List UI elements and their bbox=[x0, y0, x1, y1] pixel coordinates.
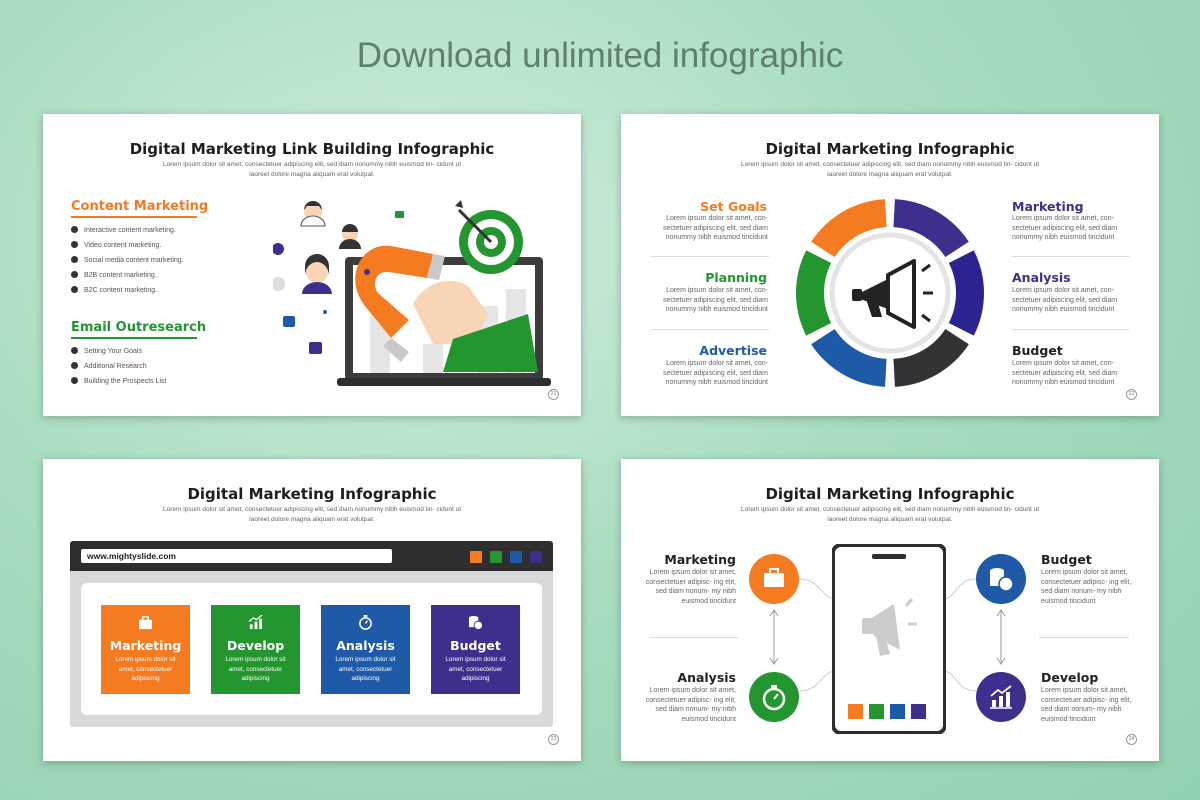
marketing-label: Marketing bbox=[1012, 199, 1084, 214]
banner-title: Download unlimited infographic bbox=[356, 36, 844, 75]
phone-mockup bbox=[832, 544, 946, 734]
window-button[interactable] bbox=[470, 551, 482, 563]
magnet-illustration bbox=[273, 200, 551, 386]
slide-phone-infographic: Digital Marketing Infographic Lorem ipsu… bbox=[621, 459, 1159, 761]
stopwatch-icon bbox=[762, 685, 786, 711]
list-item: Additional Research bbox=[71, 362, 147, 372]
advertise-label: Advertise bbox=[699, 343, 767, 358]
window-button[interactable] bbox=[490, 551, 502, 563]
marketing-circle bbox=[749, 554, 799, 604]
page-number: 22 bbox=[1126, 389, 1137, 400]
description: Lorem ipsum dolor sit amet, con- sectetu… bbox=[662, 360, 768, 386]
planning-label: Planning bbox=[705, 270, 767, 285]
slide-subtitle: Lorem ipsum dolor sit amet, consectetuer… bbox=[162, 161, 462, 178]
page-number: 23 bbox=[548, 734, 559, 745]
budget-circle bbox=[976, 554, 1026, 604]
list-item: Video content marketing. bbox=[71, 241, 161, 251]
description: Lorem ipsum dolor sit amet, con- sectetu… bbox=[662, 215, 768, 241]
content-marketing-heading: Content Marketing bbox=[71, 199, 209, 214]
list-item: Interactive content marketing. bbox=[71, 226, 176, 236]
coins-icon bbox=[990, 568, 1014, 592]
description: Lorem ipsum dolor sit amet, con- sectetu… bbox=[1012, 360, 1118, 386]
ring-segment-analysis bbox=[948, 250, 984, 336]
divider bbox=[649, 637, 739, 638]
address-bar[interactable]: www.mightyslide.com bbox=[81, 549, 392, 563]
budget-label: Budget bbox=[1041, 552, 1092, 567]
list-item: Social media content marketing. bbox=[71, 256, 184, 266]
card-title: Analysis bbox=[336, 638, 395, 653]
briefcase-icon bbox=[764, 568, 784, 587]
slide-title: Digital Marketing Link Building Infograp… bbox=[129, 140, 495, 158]
list-item: B2B content marketing. bbox=[71, 271, 157, 281]
email-outresearch-heading: Email Outresearch bbox=[71, 320, 207, 335]
slide-browser-infographic: Digital Marketing Infographic Lorem ipsu… bbox=[43, 459, 581, 761]
description: Lorem ipsum dolor sit amet, con- sectetu… bbox=[1012, 287, 1118, 313]
window-button[interactable] bbox=[530, 551, 542, 563]
heading-underline bbox=[71, 337, 197, 339]
slide-donut-infographic: Digital Marketing Infographic Lorem ipsu… bbox=[621, 114, 1159, 416]
card-title: Marketing bbox=[109, 638, 182, 653]
ring-segment-planning bbox=[796, 250, 832, 336]
slide-link-building: Digital Marketing Link Building Infograp… bbox=[43, 114, 581, 416]
description: Lorem ipsum dolor sit amet, consectetuer… bbox=[1041, 687, 1132, 723]
card-marketing: Marketing Lorem ipsum dolor sit amet, co… bbox=[101, 605, 190, 694]
card-title: Develop bbox=[226, 638, 285, 653]
divider bbox=[1039, 637, 1129, 638]
chart-icon bbox=[990, 685, 1012, 709]
card-description: Lorem ipsum dolor sit amet, consectetuer… bbox=[445, 656, 506, 682]
coins-icon bbox=[468, 615, 483, 630]
card-title: Budget bbox=[450, 638, 501, 653]
briefcase-icon bbox=[138, 616, 153, 630]
budget-label: Budget bbox=[1012, 343, 1063, 358]
description: Lorem ipsum dolor sit amet, con- sectetu… bbox=[662, 287, 768, 313]
description: Lorem ipsum dolor sit amet, consectetuer… bbox=[1041, 569, 1132, 605]
window-button[interactable] bbox=[510, 551, 522, 563]
stopwatch-icon bbox=[359, 615, 372, 630]
page-number: 21 bbox=[548, 389, 559, 400]
slide-title: Digital Marketing Infographic bbox=[187, 485, 437, 503]
description: Lorem ipsum dolor sit amet, consectetuer… bbox=[645, 687, 736, 723]
analysis-label: Analysis bbox=[1012, 270, 1071, 285]
set-goals-label: Set Goals bbox=[700, 199, 767, 214]
analysis-label: Analysis bbox=[677, 670, 736, 685]
card-develop: Develop Lorem ipsum dolor sit amet, cons… bbox=[211, 605, 300, 694]
slide-title: Digital Marketing Infographic bbox=[765, 140, 1015, 158]
card-analysis: Analysis Lorem ipsum dolor sit amet, con… bbox=[321, 605, 410, 694]
card-budget: Budget Lorem ipsum dolor sit amet, conse… bbox=[431, 605, 520, 694]
analysis-circle bbox=[749, 672, 799, 722]
develop-circle bbox=[976, 672, 1026, 722]
divider bbox=[651, 256, 769, 257]
divider bbox=[651, 329, 769, 330]
description: Lorem ipsum dolor sit amet, con- sectetu… bbox=[1012, 215, 1118, 241]
donut-ring bbox=[796, 199, 984, 387]
divider bbox=[1012, 329, 1130, 330]
page-number: 24 bbox=[1126, 734, 1137, 745]
develop-label: Develop bbox=[1041, 670, 1099, 685]
description: Lorem ipsum dolor sit amet, consectetuer… bbox=[645, 569, 736, 605]
card-description: Lorem ipsum dolor sit amet, consectetuer… bbox=[115, 656, 176, 682]
slide-subtitle: Lorem ipsum dolor sit amet, consectetuer… bbox=[162, 506, 462, 523]
list-item: B2C content marketing. bbox=[71, 286, 157, 296]
heading-underline bbox=[71, 216, 197, 218]
card-description: Lorem ipsum dolor sit amet, consectetuer… bbox=[335, 656, 396, 682]
list-item: Setting Your Goals bbox=[71, 347, 142, 357]
slide-subtitle: Lorem ipsum dolor sit amet, consectetuer… bbox=[740, 161, 1040, 178]
list-item: Building the Prospects List bbox=[71, 377, 167, 387]
card-description: Lorem ipsum dolor sit amet, consectetuer… bbox=[225, 656, 286, 682]
chart-icon bbox=[248, 615, 263, 630]
divider bbox=[1012, 256, 1130, 257]
marketing-label: Marketing bbox=[664, 552, 736, 567]
